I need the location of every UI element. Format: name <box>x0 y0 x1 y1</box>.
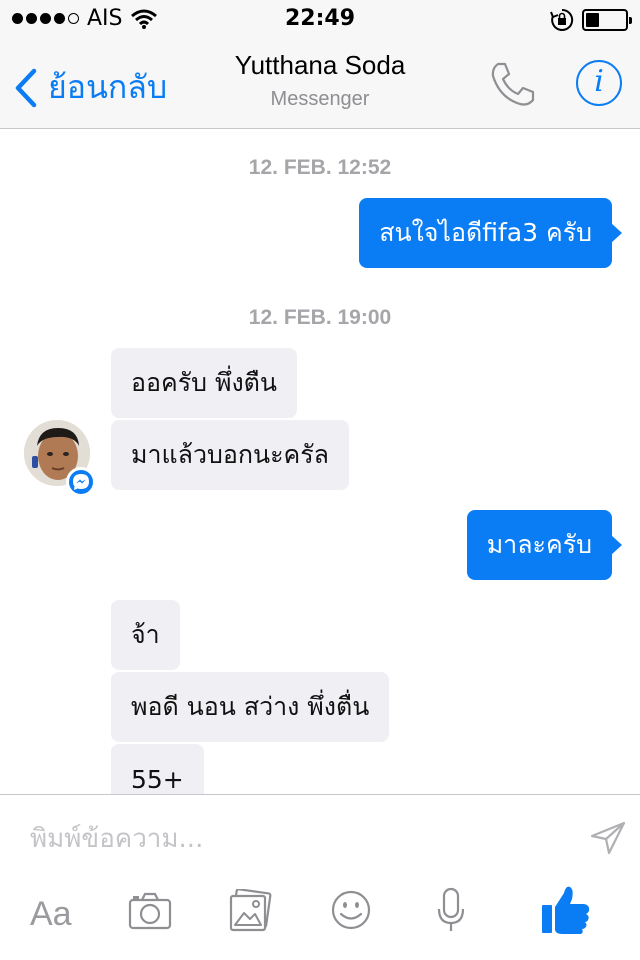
phone-icon[interactable] <box>488 60 538 108</box>
message-bubble-outgoing[interactable]: สนใจไอดีfifa3 ครับ <box>359 198 622 268</box>
timestamp: 12. FEB. 12:52 <box>248 156 392 179</box>
conversation-title: Yutthana Soda <box>234 50 406 80</box>
microphone-icon[interactable] <box>436 887 466 935</box>
message-text: พอดี นอน สว่าง พึ่งตื่น <box>131 692 370 721</box>
rotation-lock-icon <box>550 8 574 31</box>
message-input[interactable] <box>30 821 570 857</box>
message-bubble-incoming[interactable]: 55+ <box>111 744 204 794</box>
send-icon[interactable] <box>590 821 626 855</box>
messenger-badge-icon <box>66 467 96 497</box>
battery-icon <box>582 9 632 31</box>
timestamp: 12. FEB. 19:00 <box>248 306 392 329</box>
message-text: จ้า <box>131 620 160 649</box>
message-bubble-outgoing[interactable]: มาละครับ <box>466 510 623 580</box>
camera-icon[interactable] <box>128 891 172 931</box>
message-text: มาแล้วบอกนะครัล <box>131 440 329 469</box>
message-text: 55+ <box>131 764 184 794</box>
text-format-button[interactable]: Aa <box>30 895 72 934</box>
emoji-icon[interactable] <box>330 889 372 931</box>
status-right <box>550 8 632 32</box>
conversation-subtitle: Messenger <box>270 88 370 110</box>
message-text: สนใจไอดีfifa3 ครับ <box>379 218 592 247</box>
message-bubble-incoming[interactable]: มาแล้วบอกนะครัล <box>111 420 349 490</box>
status-time: 22:49 <box>284 6 356 31</box>
message-text: มาละครับ <box>486 530 592 559</box>
status-bar: AIS 22:49 <box>0 0 640 40</box>
info-icon: i <box>594 64 604 99</box>
message-text: ออครับ พึ่งตืน <box>131 368 278 397</box>
message-bubble-incoming[interactable]: จ้า <box>111 600 180 670</box>
info-button[interactable]: i <box>576 60 622 106</box>
composer-toolbar: Aa <box>0 886 640 941</box>
thumbs-up-icon[interactable] <box>540 883 592 935</box>
battery-fill <box>586 13 599 27</box>
composer: Aa <box>0 794 640 960</box>
message-bubble-incoming[interactable]: พอดี นอน สว่าง พึ่งตื่น <box>111 672 390 742</box>
message-list[interactable]: 12. FEB. 12:52 สนใจไอดีfifa3 ครับ 12. FE… <box>0 130 640 794</box>
photo-gallery-icon[interactable] <box>228 889 272 933</box>
nav-bar: ย้อนกลับ Yutthana Soda Messenger i <box>0 40 640 129</box>
message-bubble-incoming[interactable]: ออครับ พึ่งตืน <box>111 348 298 418</box>
